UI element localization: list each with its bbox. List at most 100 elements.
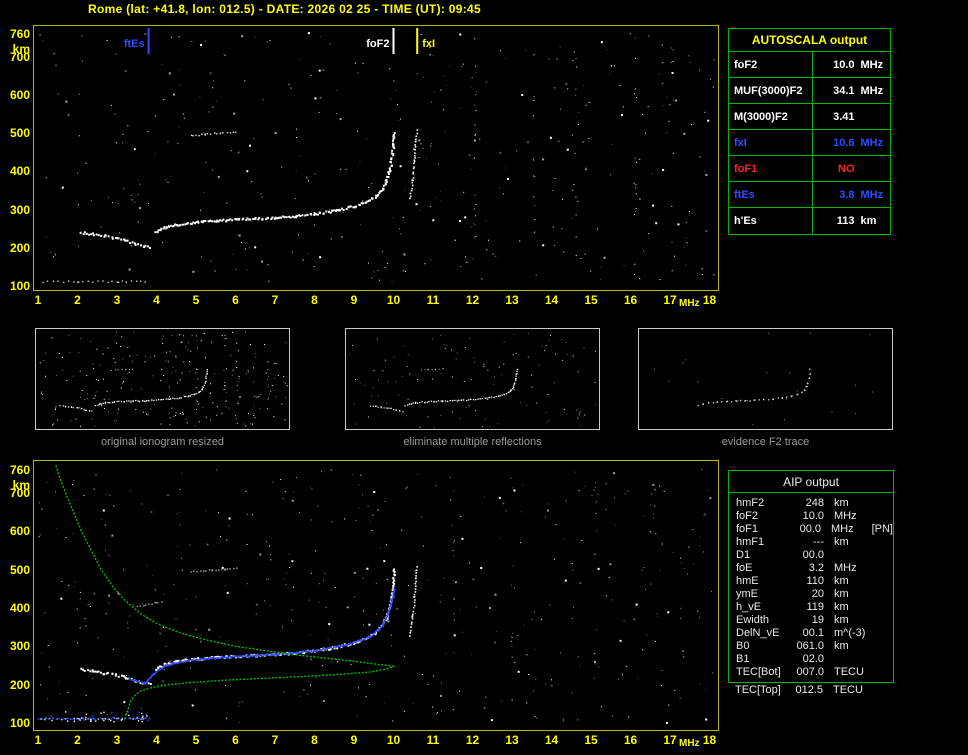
y-tick-label: 300 [9,202,30,217]
main-ionogram-canvas [39,28,715,284]
aip-row-hmE: hmE 110 km [736,575,849,587]
x-tick-label: 10 [386,733,401,747]
x-tick-label: 4 [153,733,160,747]
y-tick-label: 760 [9,463,30,477]
autoscala-value: 10.0 MHz [833,58,884,71]
aip-row-TEC[Top]: TEC[Top] 012.5 TECU [735,684,863,696]
aip-row-foF2: foF2 10.0 MHz [736,510,857,522]
x-tick-label: 7 [271,293,279,307]
y-tick-label: 500 [9,562,30,577]
fof2-marker-label: foF2 [366,38,390,50]
x-tick-label: 11 [426,293,440,307]
x-tick-label: 13 [505,293,519,307]
autoscala-value: 113 km [836,215,877,227]
y-tick-label: 760 [9,27,30,42]
aip-row-hmF2: hmF2 248 km [736,497,849,509]
y-tick-label: 300 [9,639,30,654]
autoscala-param: h'Es [729,208,813,234]
thumbnail-f2-evidence-canvas [653,332,873,426]
x-tick-label: 2 [74,293,81,307]
x-tick-label: 9 [350,733,358,747]
autoscala-row-M(3000)F2: M(3000)F2 3.41 [729,104,890,130]
aip-row-D1: D1 00.0 [736,549,824,561]
x-tick-label: 9 [350,293,358,307]
autoscala-row-ftEs: ftEs 3.8 MHz [729,182,890,208]
thumbnail-dereflected-canvas [349,332,597,428]
y-tick-label: 400 [9,164,30,179]
y-tick-label: 600 [9,88,30,103]
aip-row-DelN_vE: DelN_vE 00.1 m^(-3) [736,627,866,639]
y-tick-label: 600 [9,524,30,539]
x-tick-label: 6 [232,733,239,747]
autoscala-value: 34.1 MHz [833,84,884,97]
aip-row-B0: B0 061.0 km [736,640,849,652]
thumbnail-f2-trace-evidence [638,328,893,430]
aip-ionogram-canvas [38,465,713,724]
autoscala-row-foF1: foF1 NO [729,156,890,182]
autoscala-param: M(3000)F2 [729,104,813,129]
y-tick-label: 100 [9,716,30,730]
y-tick-label: 200 [9,677,30,692]
aip-tec-top-row: TEC[Top] 012.5 TECU [728,684,894,697]
autoscala-table-title: AUTOSCALA output [729,29,890,52]
x-tick-label: 8 [311,293,318,307]
aip-output-table: AIP output hmF2 248 km foF2 10.0 MHz foF1 00.0 M… [728,470,894,683]
x-axis-unit-label: MHz [679,738,700,749]
fxi-marker-label: fxI [422,38,436,50]
x-tick-label: 2 [74,733,81,747]
x-tick-label: 13 [505,733,519,747]
thumbnail-caption-dereflected: eliminate multiple reflections [403,436,542,448]
aip-table-rows: hmF2 248 km foF2 10.0 MHz foF1 00.0 MHz [PN] hmF1-… [729,493,893,682]
aip-row-ymE: ymE 20 km [736,588,849,600]
autoscala-row-foF2: foF2 10.0 MHz [729,52,890,78]
autoscala-param: ftEs [729,182,813,207]
aip-table-title: AIP output [729,471,893,493]
y-tick-label: 400 [9,601,30,615]
aip-row-hmF1: hmF1 --- km [736,536,849,548]
autoscala-table-rows: foF2 10.0 MHz MUF(3000)F2 34.1 MHz M(3000)F2 3.… [729,52,890,234]
main-ionogram-plot: ftEs foF2 fxI [33,25,719,291]
x-tick-label: 15 [584,293,598,307]
aip-row-B1: B1 02.0 [736,653,824,665]
x-tick-label: 1 [34,733,42,747]
aip-row-foF1: foF1 00.0 MHz [PN] [736,523,893,535]
autoscala-window: Rome (lat: +41.8, lon: 012.5) - DATE: 20… [0,0,968,755]
autoscala-value: NO [838,162,855,175]
autoscala-value: 3.41 [833,110,855,123]
autoscala-param: fxI [729,130,813,155]
autoscala-param: MUF(3000)F2 [729,78,813,103]
x-tick-label: 16 [623,293,638,307]
x-tick-label: 7 [271,733,279,747]
y-axis-unit-label: km [12,478,30,492]
aip-row-Ewidth: Ewidth 19 km [736,614,849,626]
aip-row-TEC[Bot]: TEC[Bot] 007.0 TECU [736,666,864,678]
thumbnail-caption-f2-evidence: evidence F2 trace [721,436,810,448]
x-tick-label: 3 [113,733,121,747]
x-tick-label: 10 [386,293,401,307]
x-tick-label: 3 [113,293,121,307]
autoscala-value: 3.8 MHz [839,188,884,201]
x-tick-label: 5 [192,733,200,747]
x-tick-label: 8 [311,733,318,747]
y-tick-label: 100 [9,279,30,293]
x-tick-label: 5 [192,293,200,307]
x-tick-label: 11 [426,733,440,747]
x-tick-label: 12 [465,733,480,747]
x-tick-label: 17 [663,733,677,747]
x-tick-label: 17 [663,293,677,307]
x-axis-unit-label: MHz [679,298,700,309]
x-tick-label: 12 [465,293,480,307]
autoscala-row-h'Es: h'Es 113 km [729,208,890,234]
aip-row-foE: foE 3.2 MHz [736,562,857,574]
page-title: Rome (lat: +41.8, lon: 012.5) - DATE: 20… [88,2,481,16]
x-tick-label: 14 [544,733,559,747]
aip-row-h_vE: h_vE 119 km [736,601,849,613]
y-tick-label: 200 [9,240,30,255]
autoscala-output-table: AUTOSCALA output foF2 10.0 MHz MUF(3000)F2 3… [728,28,891,235]
x-tick-label: 14 [544,293,559,307]
thumbnail-original-ionogram [35,328,290,430]
x-tick-label: 16 [623,733,638,747]
thumbnail-caption-original: original ionogram resized [101,436,224,448]
aip-ionogram-plot [33,460,719,731]
thumbnail-multiple-reflections-removed [345,328,600,430]
